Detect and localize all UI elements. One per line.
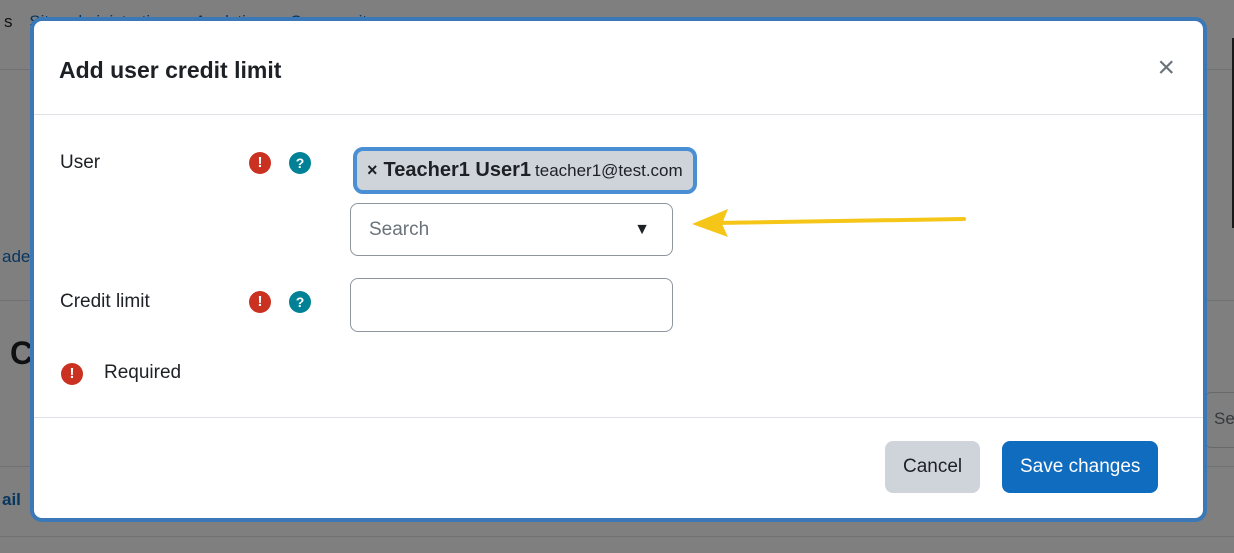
save-changes-button[interactable]: Save changes <box>1002 441 1159 493</box>
help-icon[interactable]: ? <box>289 291 311 313</box>
selected-user-email: teacher1@test.com <box>535 161 683 180</box>
selected-user-chip[interactable]: × Teacher1 User1 teacher1@test.com <box>353 147 697 194</box>
user-label: User <box>60 152 101 173</box>
add-credit-limit-dialog: Add user credit limit × User ! ? × Teache… <box>30 17 1207 522</box>
selected-user-name: Teacher1 User1 <box>383 159 532 181</box>
required-icon: ! <box>249 291 271 313</box>
credit-limit-input[interactable] <box>350 278 673 332</box>
annotation-arrow-icon <box>692 209 966 237</box>
required-icon: ! <box>61 363 83 385</box>
modal-body: User ! ? × Teacher1 User1 teacher1@test.co… <box>34 115 1203 418</box>
modal-title: Add user credit limit <box>59 57 282 83</box>
required-icon: ! <box>249 152 271 174</box>
remove-user-icon[interactable]: × <box>367 160 378 180</box>
user-search-select[interactable]: Search ▼ <box>350 203 673 256</box>
cancel-button[interactable]: Cancel <box>885 441 981 493</box>
chevron-down-icon[interactable]: ▼ <box>634 204 650 255</box>
required-legend: Required <box>104 362 182 383</box>
credit-limit-label: Credit limit <box>60 291 150 312</box>
modal-footer: Cancel Save changes <box>34 418 1203 518</box>
help-icon[interactable]: ? <box>289 152 311 174</box>
close-icon[interactable]: × <box>1157 53 1175 83</box>
modal-header: Add user credit limit × <box>34 21 1203 115</box>
user-search-placeholder: Search <box>369 219 430 240</box>
